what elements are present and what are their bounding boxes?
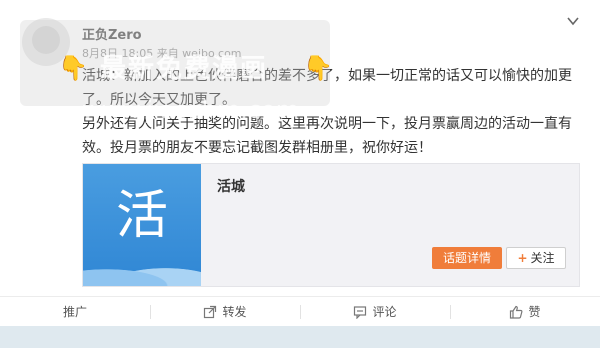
promote-label: 推广 (62, 305, 87, 319)
like-icon (510, 305, 523, 319)
watermark-text: 最新免费漫画 (100, 54, 269, 84)
thumbnail-character: 活 (115, 186, 168, 246)
comment-button[interactable]: 评论 (300, 297, 450, 327)
watermark-url: www.jiaozhm.com (82, 96, 300, 124)
plus-icon: + (517, 251, 528, 265)
like-button[interactable]: 赞 (450, 297, 600, 327)
comment-icon (354, 306, 367, 320)
cloud-decoration (83, 260, 201, 286)
topic-title[interactable]: 活城 (217, 176, 245, 196)
like-label: 赞 (528, 305, 541, 319)
action-bar: 推广 转发 评论 赞 (0, 296, 600, 327)
chevron-down-icon[interactable] (566, 14, 580, 28)
topic-detail-button[interactable]: 话题详情 (432, 247, 502, 269)
follow-button[interactable]: + 关注 (506, 247, 566, 269)
topic-share-card[interactable]: 活 活城 话题详情 + 关注 (82, 163, 580, 287)
promote-button[interactable]: 推广 (0, 297, 150, 327)
topic-thumbnail[interactable]: 活 (83, 164, 201, 286)
follow-label: 关注 (530, 251, 555, 265)
share-icon (204, 305, 217, 319)
comment-label: 评论 (372, 305, 397, 319)
pointing-hand-icon: 👇 (303, 54, 333, 82)
watermark-overlay: 👇 最新免费漫画 www.jiaozhm.com 👇 (20, 20, 333, 124)
weibo-post-card: 正负Zero 8月8日 18:05 来自 weibo.com 活城：新加入的上色… (0, 0, 600, 326)
pointing-hand-icon: 👇 (58, 54, 88, 82)
repost-label: 转发 (222, 305, 247, 319)
repost-button[interactable]: 转发 (150, 297, 300, 327)
